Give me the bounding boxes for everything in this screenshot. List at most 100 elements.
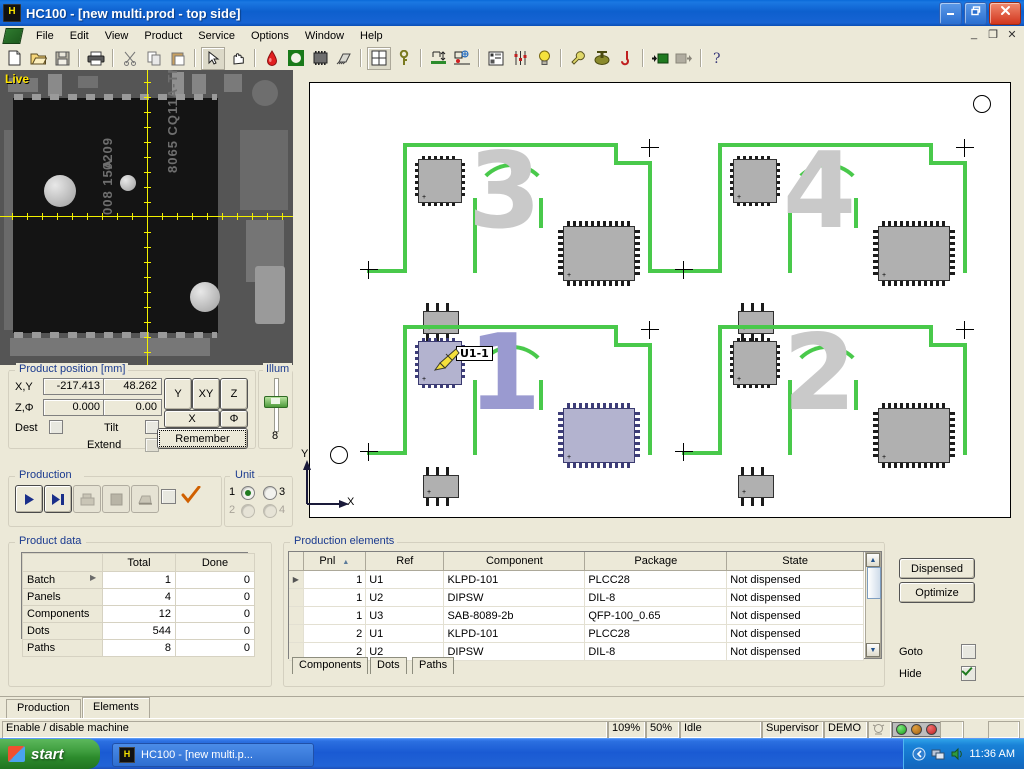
component-U1[interactable]: +	[733, 341, 777, 385]
table-row[interactable]: Paths 8 0	[23, 640, 255, 657]
table-row[interactable]: Panels 4 0	[23, 589, 255, 606]
hook-icon[interactable]	[615, 48, 637, 69]
jog-phi-button[interactable]: Φ	[220, 410, 248, 428]
jog-x-button[interactable]: X	[164, 410, 220, 428]
table-row[interactable]: Batch 1 0	[23, 572, 255, 589]
remember-button[interactable]: Remember	[157, 428, 248, 449]
y-value-field[interactable]: 48.262	[103, 378, 162, 395]
start-button[interactable]: start	[0, 739, 100, 769]
dispensed-button[interactable]: Dispensed	[899, 558, 975, 579]
print-icon[interactable]	[85, 48, 107, 69]
component-U3[interactable]: +	[563, 226, 635, 281]
step-out-icon[interactable]	[673, 48, 695, 69]
close-button[interactable]	[989, 2, 1021, 25]
restore-button[interactable]	[964, 2, 987, 25]
check-mark-icon[interactable]	[181, 486, 201, 507]
tab-production[interactable]: Production	[6, 699, 81, 719]
table-row[interactable]: 1 U2 DIPSW DIL-8 Not dispensed	[289, 589, 864, 607]
tab-components[interactable]: Components	[292, 657, 368, 674]
pe-col-ref[interactable]: Ref	[366, 552, 444, 571]
scrollbar-thumb[interactable]	[867, 567, 881, 599]
dest-checkbox[interactable]	[49, 420, 63, 434]
step-in-icon[interactable]	[649, 48, 671, 69]
needle-probe-icon[interactable]	[393, 48, 415, 69]
pan-hand-icon[interactable]	[227, 48, 249, 69]
pe-col-pnl[interactable]: Pnl ▲	[303, 552, 366, 571]
height-measure-icon[interactable]	[427, 48, 449, 69]
menu-options[interactable]: Options	[243, 28, 297, 44]
paste-icon[interactable]	[167, 48, 189, 69]
lamp-icon[interactable]	[533, 48, 555, 69]
fiducial-grid-icon[interactable]	[367, 47, 391, 70]
component-U2[interactable]: +	[738, 311, 774, 334]
mdi-restore-button[interactable]: ❐	[986, 28, 1000, 41]
table-row[interactable]: Dots 544 0	[23, 623, 255, 640]
copy-icon[interactable]	[143, 48, 165, 69]
cut-icon[interactable]	[119, 48, 141, 69]
pe-col-state[interactable]: State	[727, 552, 864, 571]
component-chip-icon[interactable]	[309, 48, 331, 69]
component-U3[interactable]: +	[878, 408, 950, 463]
board-canvas[interactable]: 3 + +	[309, 82, 1011, 518]
hide-checkbox[interactable]	[961, 666, 976, 681]
illumination-slider-thumb[interactable]	[264, 396, 288, 408]
menu-window[interactable]: Window	[297, 28, 352, 44]
calibrate-icon[interactable]	[451, 48, 473, 69]
jog-y-button[interactable]: Y	[164, 378, 192, 410]
menu-service[interactable]: Service	[190, 28, 243, 44]
package-icon[interactable]	[333, 48, 355, 69]
phi-value-field[interactable]: 0.00	[103, 399, 162, 416]
component-U2[interactable]: +	[738, 475, 774, 498]
step-button[interactable]	[44, 485, 72, 513]
production-elements-scrollbar[interactable]: ▲ ▼	[865, 552, 881, 658]
dot-icon[interactable]	[285, 48, 307, 69]
goto-checkbox[interactable]	[961, 644, 976, 659]
pe-col-component[interactable]: Component	[444, 552, 585, 571]
component-U3[interactable]: +	[878, 226, 950, 281]
minimize-button[interactable]	[939, 2, 962, 25]
taskbar-item-hc100[interactable]: H HC100 - [new multi.p...	[112, 743, 314, 767]
mdi-minimize-button[interactable]: _	[967, 28, 981, 41]
wrench-icon[interactable]	[567, 48, 589, 69]
unit-radio-3[interactable]	[263, 486, 277, 500]
table-row[interactable]: Components 12 0	[23, 606, 255, 623]
new-file-icon[interactable]	[3, 48, 25, 69]
x-value-field[interactable]: -217.413	[43, 378, 105, 395]
scroll-down-button[interactable]: ▼	[866, 643, 880, 657]
camera-live-view[interactable]: 0209 008 15A 8065 CQ11A-TM	[0, 70, 293, 365]
unit-radio-1[interactable]	[241, 486, 255, 500]
menu-product[interactable]: Product	[136, 28, 190, 44]
component-U1[interactable]: +	[733, 159, 777, 203]
component-U1[interactable]: +	[418, 159, 462, 203]
network-icon[interactable]	[931, 747, 945, 761]
menu-file[interactable]: File	[28, 28, 62, 44]
play-button[interactable]	[15, 485, 43, 513]
production-toggle-checkbox[interactable]	[161, 489, 176, 504]
component-U3[interactable]: +	[563, 408, 635, 463]
jog-z-button[interactable]: Z	[220, 378, 248, 410]
tab-elements[interactable]: Elements	[82, 697, 150, 719]
tab-dots[interactable]: Dots	[370, 657, 407, 674]
component-U2[interactable]: +	[423, 311, 459, 334]
tab-paths[interactable]: Paths	[412, 657, 454, 674]
select-pointer-icon[interactable]	[201, 47, 225, 70]
table-row[interactable]: 1 U3 SAB-8089-2b QFP-100_0.65 Not dispen…	[289, 607, 864, 625]
valve-icon[interactable]	[591, 48, 613, 69]
optimize-button[interactable]: Optimize	[899, 582, 975, 603]
component-U2[interactable]: +	[423, 475, 459, 498]
volume-icon[interactable]	[950, 747, 964, 761]
mdi-close-button[interactable]: ✕	[1005, 28, 1019, 41]
open-file-icon[interactable]	[27, 48, 49, 69]
layout-panels-icon[interactable]	[485, 48, 507, 69]
pe-col-package[interactable]: Package	[585, 552, 727, 571]
scroll-up-button[interactable]: ▲	[866, 553, 880, 567]
menu-edit[interactable]: Edit	[62, 28, 97, 44]
jog-xy-button[interactable]: XY	[192, 378, 220, 410]
menu-help[interactable]: Help	[352, 28, 391, 44]
table-row[interactable]: 2 U1 KLPD-101 PLCC28 Not dispensed	[289, 625, 864, 643]
settings-sliders-icon[interactable]	[509, 48, 531, 69]
table-row[interactable]: ▶ 1 U1 KLPD-101 PLCC28 Not dispensed	[289, 571, 864, 589]
dispense-drop-icon[interactable]	[261, 48, 283, 69]
show-desktop-icon[interactable]	[912, 747, 926, 761]
z-value-field[interactable]: 0.000	[43, 399, 105, 416]
